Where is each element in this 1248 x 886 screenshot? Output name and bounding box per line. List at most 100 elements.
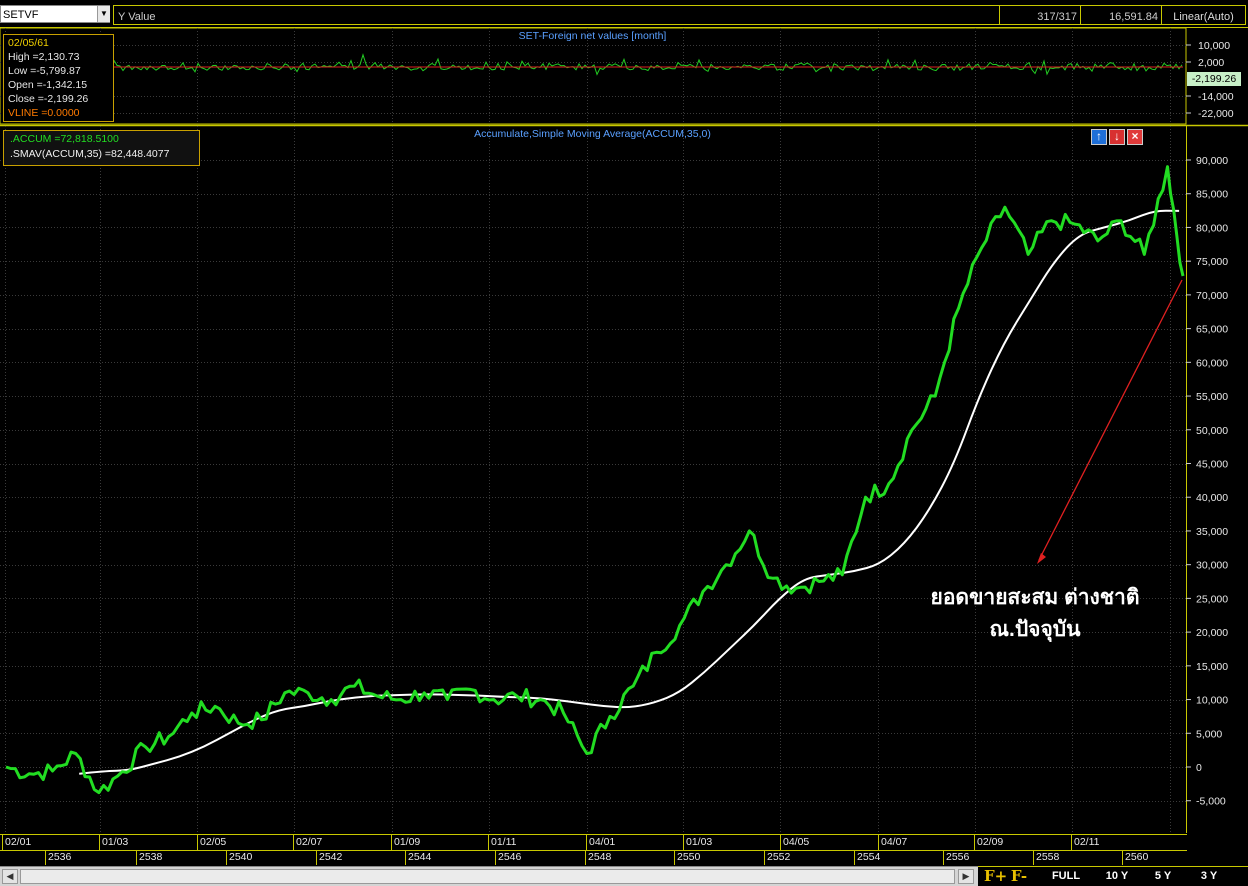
accum-line — [5, 165, 1185, 795]
y-tick-label: 45,000 — [1196, 459, 1228, 471]
info-low: Low =-5,799.87 — [8, 65, 81, 77]
y-tick-label: 30,000 — [1196, 560, 1228, 572]
upper-y-tick-label: 2,000 — [1198, 57, 1224, 69]
upper-panel-title: SET-Foreign net values [month] — [518, 30, 667, 42]
x-axis-separator — [136, 850, 137, 865]
x-axis-separator — [226, 850, 227, 865]
x-month-label: 02/05 — [200, 836, 227, 848]
y-tick-label: 90,000 — [1196, 155, 1228, 167]
zoom-out-button[interactable]: F- — [1008, 868, 1030, 884]
y-tick-label: 15,000 — [1196, 661, 1228, 673]
x-axis-separator — [586, 835, 587, 850]
x-month-label: 01/03 — [102, 836, 129, 848]
zoom-full-button[interactable]: FULL — [1042, 868, 1090, 884]
x-year-label: 2540 — [229, 851, 253, 863]
upper-grid — [0, 28, 1186, 124]
x-month-label: 02/07 — [296, 836, 323, 848]
x-month-label: 02/09 — [977, 836, 1004, 848]
x-year-label: 2554 — [857, 851, 881, 863]
annotation-line-2: ณ.ปัจจุบัน — [989, 618, 1081, 641]
y-tick-label: 60,000 — [1196, 357, 1228, 369]
y-tick-label: 20,000 — [1196, 627, 1228, 639]
y-tick-label: 0 — [1196, 762, 1202, 774]
info-date: 02/05/61 — [8, 37, 49, 49]
x-axis-separator — [99, 835, 100, 850]
upper-panel-frame — [0, 27, 1187, 125]
scroll-left-button[interactable]: ◀ — [2, 869, 18, 884]
x-axis-separator — [974, 835, 975, 850]
horizontal-scrollbar[interactable]: ◀ ▶ — [0, 866, 978, 886]
scroll-thumb[interactable] — [20, 869, 955, 884]
zoom-10y-button[interactable]: 10 Y — [1096, 868, 1138, 884]
y-tick-label: 10,000 — [1196, 695, 1228, 707]
upper-y-tick-label: 10,000 — [1198, 40, 1230, 52]
move-down-button[interactable]: ↓ — [1109, 129, 1125, 145]
x-axis-separator — [197, 835, 198, 850]
zoom-in-button[interactable]: F+ — [984, 868, 1007, 884]
annotation-text: ยอดขายสะสม ต่างชาติ ณ.ปัจจุบัน — [905, 582, 1165, 646]
zoom-3y-button[interactable]: 3 Y — [1190, 868, 1228, 884]
x-axis-separator — [293, 835, 294, 850]
x-axis-separator — [943, 850, 944, 865]
x-axis-separator — [488, 835, 489, 850]
y-tick-label: -5,000 — [1196, 796, 1226, 808]
y-tick-label: 50,000 — [1196, 425, 1228, 437]
x-month-label: 01/09 — [394, 836, 421, 848]
zoom-bar: F+ F- FULL 10 Y 5 Y 3 Y — [978, 866, 1248, 886]
x-axis-separator — [495, 850, 496, 865]
x-year-label: 2538 — [139, 851, 163, 863]
zoom-5y-button[interactable]: 5 Y — [1144, 868, 1182, 884]
arrow-down-icon: ↓ — [1114, 129, 1120, 143]
y-tick-label: 85,000 — [1196, 189, 1228, 201]
x-year-label: 2546 — [498, 851, 522, 863]
info-open: Open =-1,342.15 — [8, 79, 88, 91]
x-axis-separator — [45, 850, 46, 865]
info-close: Close =-2,199.26 — [8, 93, 89, 105]
x-year-label: 2560 — [1125, 851, 1149, 863]
x-axis-separator — [391, 835, 392, 850]
foreign-net-line — [113, 53, 1183, 76]
x-month-label: 02/01 — [5, 836, 32, 848]
info-vline: VLINE =0.0000 — [8, 107, 80, 119]
x-axis-separator — [1071, 835, 1072, 850]
info-accum: .ACCUM =72,818.5100 — [10, 133, 119, 145]
y-tick-label: 5,000 — [1196, 728, 1222, 740]
x-year-label: 2548 — [588, 851, 612, 863]
x-month-label: 04/01 — [589, 836, 616, 848]
x-month-label: 01/11 — [491, 836, 517, 848]
close-panel-button[interactable]: × — [1127, 129, 1143, 145]
upper-last-value: -2,199.26 — [1187, 72, 1241, 86]
close-icon: × — [1131, 129, 1139, 143]
x-axis-years: 2536 2538 2540 2542 2544 2546 2548 2550 2552 2554… — [0, 850, 1187, 865]
y-tick-label: 40,000 — [1196, 492, 1228, 504]
x-axis-separator — [1122, 850, 1123, 865]
info-high: High =2,130.73 — [8, 51, 80, 63]
x-month-label: 04/05 — [783, 836, 810, 848]
x-month-label: 01/03 — [686, 836, 713, 848]
x-month-label: 04/07 — [881, 836, 908, 848]
x-axis-separator — [585, 850, 586, 865]
scroll-right-button[interactable]: ▶ — [958, 869, 974, 884]
main-panel-title: Accumulate,Simple Moving Average(ACCUM,3… — [474, 128, 711, 140]
upper-y-tick-label: -14,000 — [1198, 91, 1234, 103]
x-axis-separator — [854, 850, 855, 865]
x-year-label: 2558 — [1036, 851, 1060, 863]
x-year-label: 2542 — [319, 851, 343, 863]
y-tick-label: 55,000 — [1196, 391, 1228, 403]
x-axis-months: 02/01 01/03 02/05 02/07 01/09 01/11 04/01 01/03… — [0, 834, 1187, 851]
info-smav: .SMAV(ACCUM,35) =82,448.4077 — [10, 148, 170, 160]
y-tick-label: 25,000 — [1196, 593, 1228, 605]
x-year-label: 2536 — [48, 851, 72, 863]
annotation-line-1: ยอดขายสะสม ต่างชาติ — [930, 586, 1140, 609]
foreign-net-series — [113, 53, 1183, 76]
x-year-label: 2552 — [767, 851, 791, 863]
arrow-up-icon: ↑ — [1096, 129, 1102, 143]
x-year-label: 2550 — [677, 851, 701, 863]
main-series — [5, 165, 1185, 795]
move-up-button[interactable]: ↑ — [1091, 129, 1107, 145]
x-axis-separator — [316, 850, 317, 865]
y-tick-label: 80,000 — [1196, 222, 1228, 234]
x-axis-separator — [683, 835, 684, 850]
x-axis-separator — [2, 835, 3, 850]
x-axis-separator — [764, 850, 765, 865]
